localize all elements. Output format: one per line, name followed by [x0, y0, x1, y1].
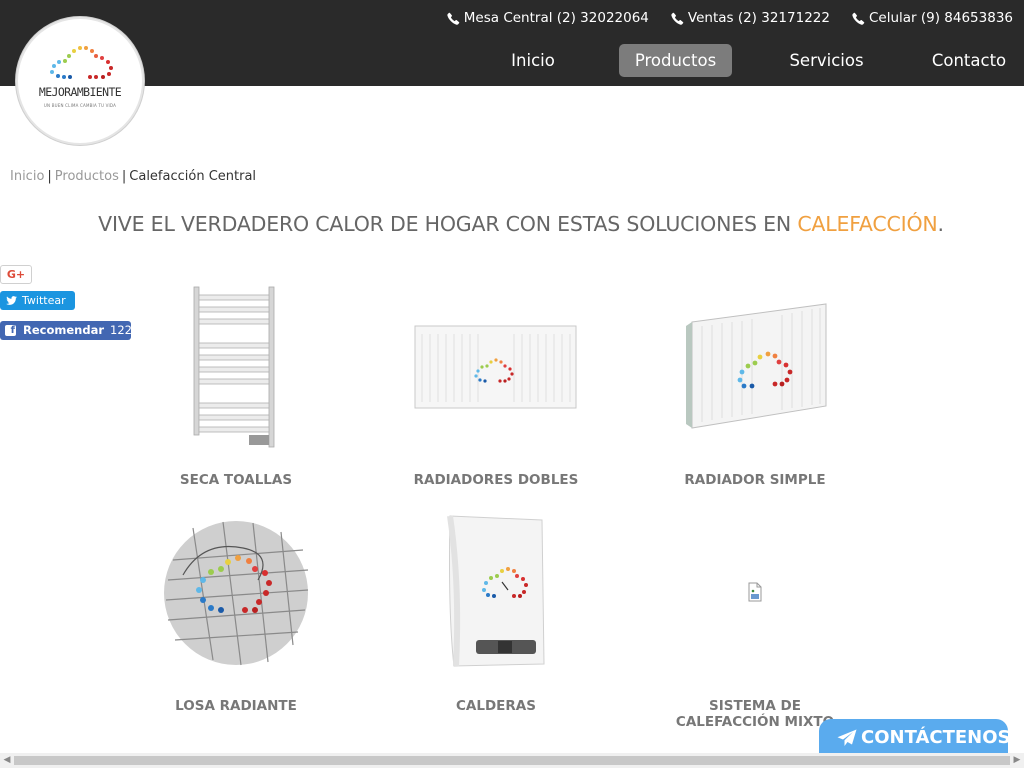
nav-productos[interactable]: Productos: [619, 44, 732, 77]
product-label: RADIADOR SIMPLE: [684, 472, 826, 488]
logo-name: MEJORAMBIENTE: [38, 85, 122, 99]
contact-celular[interactable]: Celular (9) 84653836: [852, 10, 1013, 26]
broken-image-icon: [748, 582, 762, 602]
product-label: SECA TOALLAS: [179, 472, 293, 488]
scrollbar-thumb[interactable]: [14, 756, 1010, 765]
contact-mesa-central[interactable]: Mesa Central (2) 32022064: [447, 10, 649, 26]
contact-label: Mesa Central (2) 32022064: [463, 10, 649, 26]
breadcrumb-separator: |: [47, 169, 52, 184]
double-radiator-image: [414, 325, 577, 409]
towel-rail-image: [193, 286, 275, 448]
phone-icon: [852, 12, 865, 25]
product-sistema-mixto[interactable]: SISTEMA DE CALEFACCIÓN MIXTO: [655, 512, 855, 732]
header-bar: Mesa Central (2) 32022064 Ventas (2) 321…: [0, 0, 1024, 86]
single-radiator-image: [686, 303, 827, 429]
twitter-bird-icon: [6, 296, 17, 305]
product-calderas[interactable]: CALDERAS: [396, 512, 596, 722]
phone-icon: [447, 12, 460, 25]
cloud-logo-icon: [50, 46, 113, 79]
breadcrumb-section[interactable]: Productos: [55, 169, 119, 184]
contact-us-label: CONTÁCTENOS: [861, 727, 1011, 748]
product-losa-radiante[interactable]: LOSA RADIANTE: [136, 512, 336, 722]
product-radiadores-dobles[interactable]: RADIADORES DOBLES: [396, 280, 596, 490]
phone-icon: [671, 12, 684, 25]
headline-accent: CALEFACCIÓN: [797, 212, 938, 236]
facebook-recommend-button[interactable]: f Recomendar 122: [0, 321, 132, 340]
tweet-label: Twittear: [22, 294, 66, 307]
boiler-image: [447, 515, 545, 667]
google-plus-button[interactable]: G+: [0, 265, 32, 284]
page-headline: VIVE EL VERDADERO CALOR DE HOGAR CON EST…: [0, 212, 1024, 236]
horizontal-scrollbar[interactable]: ◀ ▶: [0, 753, 1024, 768]
contact-phones: Mesa Central (2) 32022064 Ventas (2) 321…: [447, 10, 1013, 26]
breadcrumb: Inicio | Productos | Calefacción Central: [10, 169, 256, 184]
product-seca-toallas[interactable]: SECA TOALLAS: [136, 280, 336, 490]
recommend-label: Recomendar: [23, 323, 105, 337]
headline-end: .: [937, 212, 945, 236]
contact-label: Celular (9) 84653836: [868, 10, 1013, 26]
tweet-button[interactable]: Twittear: [0, 291, 75, 310]
breadcrumb-home[interactable]: Inicio: [10, 169, 44, 184]
product-label: CALDERAS: [456, 698, 536, 714]
product-radiador-simple[interactable]: RADIADOR SIMPLE: [655, 280, 855, 490]
contact-ventas[interactable]: Ventas (2) 32171222: [671, 10, 830, 26]
product-label: RADIADORES DOBLES: [413, 472, 579, 488]
scroll-right-icon[interactable]: ▶: [1010, 753, 1024, 768]
logo-tagline: UN BUEN CLIMA CAMBIA TU VIDA: [43, 103, 117, 108]
breadcrumb-current: Calefacción Central: [129, 169, 257, 184]
scroll-left-icon[interactable]: ◀: [0, 753, 14, 768]
nav-contacto[interactable]: Contacto: [913, 44, 1024, 77]
headline-text: VIVE EL VERDADERO CALOR DE HOGAR CON EST…: [98, 212, 798, 236]
radiant-floor-image: [164, 521, 309, 666]
main-nav: Inicio Productos Servicios Contacto: [488, 44, 1024, 77]
contact-label: Ventas (2) 32171222: [687, 10, 830, 26]
recommend-count: 122: [110, 323, 132, 337]
facebook-icon: f: [5, 325, 16, 336]
product-label: LOSA RADIANTE: [175, 698, 297, 714]
nav-inicio[interactable]: Inicio: [488, 44, 578, 77]
breadcrumb-separator: |: [121, 169, 127, 184]
site-logo[interactable]: MEJORAMBIENTE UN BUEN CLIMA CAMBIA TU VI…: [16, 17, 144, 145]
nav-servicios[interactable]: Servicios: [765, 44, 888, 77]
paper-plane-icon: [837, 729, 857, 746]
